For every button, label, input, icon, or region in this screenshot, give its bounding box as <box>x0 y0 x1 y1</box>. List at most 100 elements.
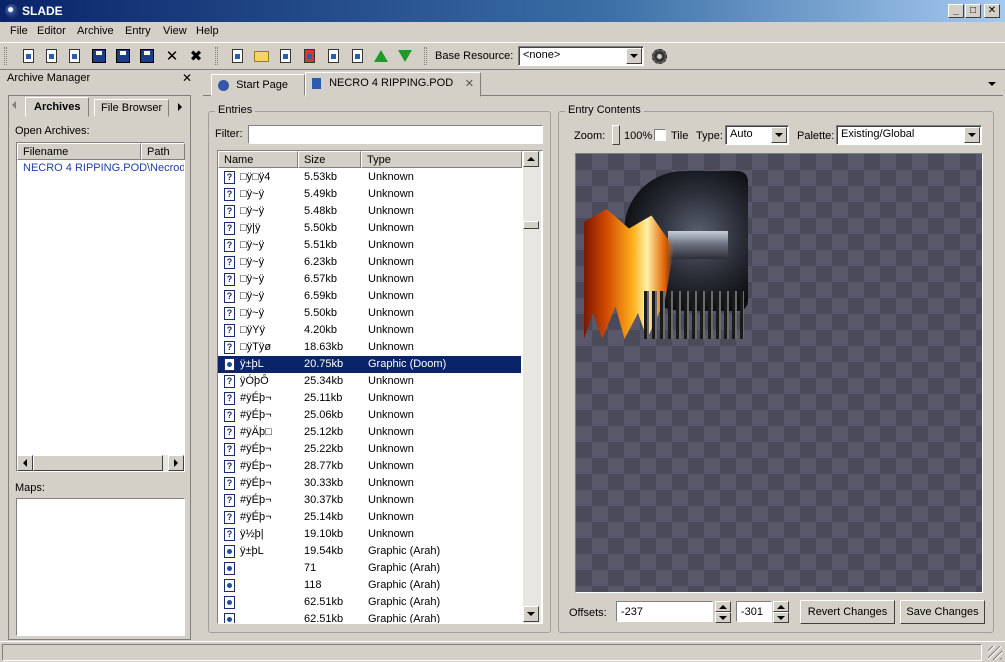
spin-down-icon[interactable] <box>715 612 731 623</box>
column-filename[interactable]: Filename <box>17 143 141 160</box>
tab-archives[interactable]: Archives <box>25 97 90 117</box>
tab-start-page[interactable]: Start Page <box>211 74 305 96</box>
entry-row[interactable]: ? #ÿÉþ¬ 30.33kb Unknown <box>218 475 521 492</box>
entry-row[interactable]: ? □ÿ□ÿ4 5.53kb Unknown <box>218 169 521 186</box>
toolbar-grip[interactable] <box>215 47 218 65</box>
entry-row[interactable]: ? #ÿÉþ¬ 25.14kb Unknown <box>218 509 521 526</box>
scroll-right-icon[interactable] <box>168 455 184 471</box>
entry-row[interactable]: ? □ÿ~ÿ 5.49kb Unknown <box>218 186 521 203</box>
save-icon[interactable] <box>90 47 108 65</box>
maximize-button[interactable]: □ <box>965 4 981 18</box>
close-window-button[interactable]: ✕ <box>984 4 1000 18</box>
entry-row[interactable]: ÿ±þL 20.75kb Graphic (Doom) <box>218 355 522 374</box>
menu-file[interactable]: File <box>10 25 28 37</box>
column-path[interactable]: Path <box>141 143 185 160</box>
spin-up-icon[interactable] <box>773 601 789 612</box>
column-type[interactable]: Type <box>361 151 522 168</box>
entry-row[interactable]: ? □ÿ~ÿ 6.59kb Unknown <box>218 288 521 305</box>
chevron-down-icon[interactable] <box>964 127 980 143</box>
delete-entry-icon[interactable] <box>300 47 318 65</box>
tab-scroll-left-icon[interactable] <box>12 99 16 109</box>
new-folder-icon[interactable] <box>252 47 270 65</box>
vertical-scrollbar[interactable] <box>523 151 541 623</box>
entry-row[interactable]: ? □ÿ~ÿ 5.50kb Unknown <box>218 305 521 322</box>
entry-row[interactable]: ? ÿÓþÔ 25.34kb Unknown <box>218 373 521 390</box>
entry-row[interactable]: ? #ÿÄþ□ 25.12kb Unknown <box>218 424 521 441</box>
maps-list[interactable] <box>16 498 185 636</box>
entry-row[interactable]: ? #ÿÉþ¬ 25.06kb Unknown <box>218 407 521 424</box>
save-as-icon[interactable] <box>114 47 132 65</box>
new-dir-archive-icon[interactable] <box>42 47 60 65</box>
open-archive-icon[interactable] <box>65 47 83 65</box>
entry-row[interactable]: ? □ÿ~ÿ 6.23kb Unknown <box>218 254 521 271</box>
minimize-button[interactable]: _ <box>948 4 964 18</box>
tab-file-browser[interactable]: File Browser <box>94 99 170 117</box>
scrollbar-thumb[interactable] <box>33 455 163 471</box>
menu-help[interactable]: Help <box>196 25 219 37</box>
menu-editor[interactable]: Editor <box>37 25 66 37</box>
toolbar-grip[interactable] <box>424 47 427 65</box>
tab-necro-pod[interactable]: NECRO 4 RIPPING.POD ✕ <box>305 72 481 97</box>
filter-input[interactable] <box>248 125 543 144</box>
entry-list[interactable]: Name Size Type ? □ÿ□ÿ4 5.53kb Unknown? □ÿ~ÿ 5… <box>217 150 543 624</box>
scrollbar-thumb[interactable] <box>523 221 539 229</box>
chevron-down-icon[interactable] <box>771 127 787 143</box>
gear-icon[interactable] <box>650 47 668 65</box>
offset-x-input[interactable] <box>616 601 713 622</box>
tab-scroll-right-icon[interactable] <box>178 103 182 111</box>
new-archive-icon[interactable] <box>19 47 37 65</box>
close-panel-icon[interactable]: ✕ <box>182 71 192 85</box>
import-entry-icon[interactable] <box>276 47 294 65</box>
menu-archive[interactable]: Archive <box>77 25 114 37</box>
entry-row[interactable]: ? #ÿÉþ¬ 30.37kb Unknown <box>218 492 521 509</box>
offset-x-spinner[interactable] <box>715 601 731 623</box>
entry-row[interactable]: ? □ÿ~ÿ 5.48kb Unknown <box>218 203 521 220</box>
archive-path[interactable]: \Necrod <box>147 162 184 174</box>
close-all-icon[interactable]: ✖ <box>187 47 205 65</box>
archive-filename[interactable]: NECRO 4 RIPPING.POD <box>23 162 147 174</box>
spin-down-icon[interactable] <box>773 612 789 623</box>
spin-up-icon[interactable] <box>715 601 731 612</box>
entry-row[interactable]: 71 Graphic (Arah) <box>218 560 521 577</box>
revert-changes-button[interactable]: Revert Changes <box>800 600 895 624</box>
close-tab-icon[interactable]: ✕ <box>465 77 474 90</box>
scroll-left-icon[interactable] <box>17 455 33 471</box>
zoom-slider[interactable] <box>612 125 620 145</box>
entry-row[interactable]: 118 Graphic (Arah) <box>218 577 521 594</box>
move-down-icon[interactable] <box>396 47 414 65</box>
open-archives-list[interactable]: Filename Path NECRO 4 RIPPING.POD \Necro… <box>16 142 185 472</box>
scroll-down-icon[interactable] <box>523 606 539 622</box>
entry-row[interactable]: ? □ÿ~ÿ 6.57kb Unknown <box>218 271 521 288</box>
column-name[interactable]: Name <box>218 151 298 168</box>
entry-row[interactable]: 62.51kb Graphic (Arah) <box>218 611 521 623</box>
entry-row[interactable]: ? □ÿ|ÿ 5.50kb Unknown <box>218 220 521 237</box>
type-select[interactable]: Auto <box>725 125 789 145</box>
entry-row[interactable]: ? □ÿTÿø 18.63kb Unknown <box>218 339 521 356</box>
offset-y-spinner[interactable] <box>773 601 789 623</box>
palette-select[interactable]: Existing/Global <box>836 125 982 145</box>
horizontal-scrollbar[interactable] <box>17 455 184 471</box>
column-size[interactable]: Size <box>298 151 361 168</box>
close-archive-icon[interactable]: ✕ <box>163 47 181 65</box>
toolbar-grip[interactable] <box>4 47 7 65</box>
save-changes-button[interactable]: Save Changes <box>900 600 985 624</box>
tile-checkbox[interactable] <box>654 129 666 141</box>
save-all-icon[interactable] <box>138 47 156 65</box>
resize-grip-icon[interactable] <box>988 646 1002 660</box>
menu-view[interactable]: View <box>163 25 187 37</box>
rename-entry-icon[interactable] <box>348 47 366 65</box>
chevron-down-icon[interactable] <box>626 48 642 64</box>
menu-entry[interactable]: Entry <box>125 25 151 37</box>
scroll-up-icon[interactable] <box>523 151 539 167</box>
export-entry-icon[interactable] <box>324 47 342 65</box>
new-entry-icon[interactable] <box>228 47 246 65</box>
offset-y-input[interactable] <box>736 601 772 622</box>
tab-list-dropdown-icon[interactable] <box>988 82 996 86</box>
entry-row[interactable]: ? ÿ½þ| 19.10kb Unknown <box>218 526 521 543</box>
entry-row[interactable]: ? #ÿÉþ¬ 25.11kb Unknown <box>218 390 521 407</box>
entry-row[interactable]: ? □ÿ~ÿ 5.51kb Unknown <box>218 237 521 254</box>
entry-row[interactable]: ? #ÿÉþ¬ 28.77kb Unknown <box>218 458 521 475</box>
base-resource-select[interactable]: <none> <box>518 46 644 66</box>
entry-row[interactable]: ? #ÿÉþ¬ 25.22kb Unknown <box>218 441 521 458</box>
entry-row[interactable]: 62.51kb Graphic (Arah) <box>218 594 521 611</box>
